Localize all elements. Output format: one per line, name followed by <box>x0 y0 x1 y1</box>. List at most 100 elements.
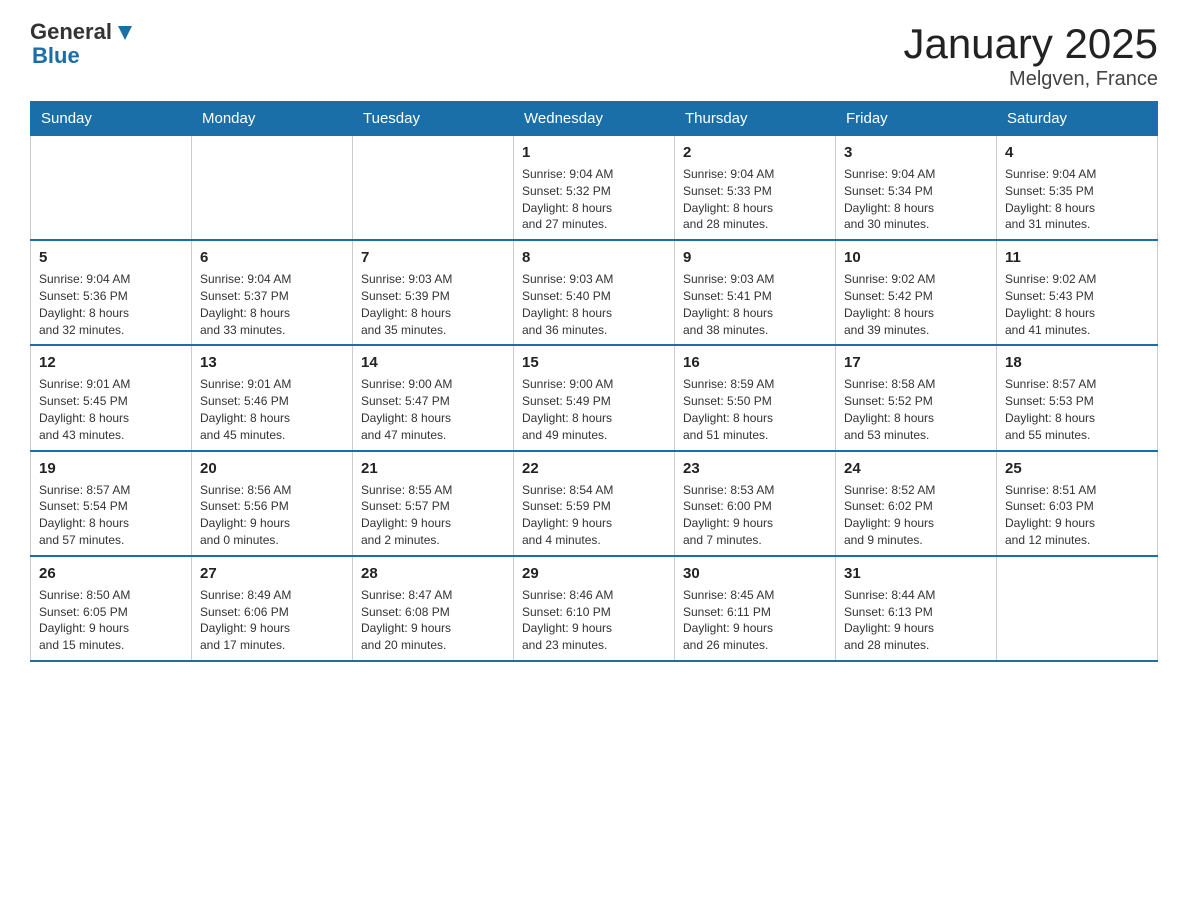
day-info: Sunrise: 8:50 AM <box>39 587 183 604</box>
day-info: Daylight: 8 hours <box>200 410 344 427</box>
calendar-cell <box>192 136 353 241</box>
day-number: 20 <box>200 458 344 479</box>
day-info: and 55 minutes. <box>1005 427 1149 444</box>
calendar-cell: 19Sunrise: 8:57 AMSunset: 5:54 PMDayligh… <box>31 451 192 556</box>
calendar-day-header: Friday <box>836 102 997 136</box>
day-info: and 31 minutes. <box>1005 216 1149 233</box>
day-info: Sunset: 5:46 PM <box>200 393 344 410</box>
calendar-cell: 18Sunrise: 8:57 AMSunset: 5:53 PMDayligh… <box>997 345 1158 450</box>
day-info: Sunset: 5:47 PM <box>361 393 505 410</box>
day-info: Sunrise: 9:03 AM <box>361 271 505 288</box>
calendar-cell: 27Sunrise: 8:49 AMSunset: 6:06 PMDayligh… <box>192 556 353 661</box>
day-info: and 20 minutes. <box>361 637 505 654</box>
calendar-week-row: 19Sunrise: 8:57 AMSunset: 5:54 PMDayligh… <box>31 451 1158 556</box>
day-info: Daylight: 8 hours <box>683 305 827 322</box>
calendar-cell: 5Sunrise: 9:04 AMSunset: 5:36 PMDaylight… <box>31 240 192 345</box>
page-title: January 2025 <box>903 20 1158 68</box>
calendar-day-header: Tuesday <box>353 102 514 136</box>
day-info: Sunrise: 8:49 AM <box>200 587 344 604</box>
calendar-cell: 24Sunrise: 8:52 AMSunset: 6:02 PMDayligh… <box>836 451 997 556</box>
day-info: Sunset: 5:56 PM <box>200 498 344 515</box>
day-number: 15 <box>522 352 666 373</box>
day-info: and 45 minutes. <box>200 427 344 444</box>
day-info: Sunset: 6:05 PM <box>39 604 183 621</box>
day-info: Daylight: 8 hours <box>1005 410 1149 427</box>
day-info: Daylight: 9 hours <box>683 620 827 637</box>
day-info: Sunset: 5:45 PM <box>39 393 183 410</box>
day-info: Daylight: 8 hours <box>522 305 666 322</box>
calendar-cell: 12Sunrise: 9:01 AMSunset: 5:45 PMDayligh… <box>31 345 192 450</box>
calendar-cell: 28Sunrise: 8:47 AMSunset: 6:08 PMDayligh… <box>353 556 514 661</box>
day-info: Sunrise: 9:04 AM <box>683 166 827 183</box>
logo-triangle-icon <box>114 22 136 44</box>
calendar-day-header: Saturday <box>997 102 1158 136</box>
day-info: Sunset: 5:40 PM <box>522 288 666 305</box>
day-number: 30 <box>683 563 827 584</box>
day-info: and 43 minutes. <box>39 427 183 444</box>
calendar-cell: 1Sunrise: 9:04 AMSunset: 5:32 PMDaylight… <box>514 136 675 241</box>
day-info: Sunset: 6:00 PM <box>683 498 827 515</box>
day-number: 24 <box>844 458 988 479</box>
day-info: and 23 minutes. <box>522 637 666 654</box>
day-info: Daylight: 8 hours <box>361 305 505 322</box>
day-number: 27 <box>200 563 344 584</box>
day-info: Sunrise: 8:59 AM <box>683 376 827 393</box>
day-info: Sunset: 6:10 PM <box>522 604 666 621</box>
day-number: 1 <box>522 142 666 163</box>
day-info: Sunset: 5:39 PM <box>361 288 505 305</box>
calendar-cell: 16Sunrise: 8:59 AMSunset: 5:50 PMDayligh… <box>675 345 836 450</box>
calendar-cell: 26Sunrise: 8:50 AMSunset: 6:05 PMDayligh… <box>31 556 192 661</box>
page-subtitle: Melgven, France <box>903 68 1158 91</box>
day-number: 7 <box>361 247 505 268</box>
day-number: 28 <box>361 563 505 584</box>
day-info: Daylight: 9 hours <box>1005 515 1149 532</box>
day-info: Sunset: 5:49 PM <box>522 393 666 410</box>
day-info: and 28 minutes. <box>683 216 827 233</box>
day-info: Daylight: 8 hours <box>39 410 183 427</box>
day-info: and 38 minutes. <box>683 322 827 339</box>
day-info: Daylight: 8 hours <box>361 410 505 427</box>
logo: General Blue <box>30 20 136 68</box>
calendar-cell: 11Sunrise: 9:02 AMSunset: 5:43 PMDayligh… <box>997 240 1158 345</box>
day-info: Daylight: 8 hours <box>683 200 827 217</box>
day-info: Sunrise: 9:02 AM <box>844 271 988 288</box>
calendar-cell: 13Sunrise: 9:01 AMSunset: 5:46 PMDayligh… <box>192 345 353 450</box>
calendar-day-header: Monday <box>192 102 353 136</box>
calendar-cell: 15Sunrise: 9:00 AMSunset: 5:49 PMDayligh… <box>514 345 675 450</box>
day-info: Sunset: 6:02 PM <box>844 498 988 515</box>
day-info: Sunrise: 9:00 AM <box>522 376 666 393</box>
calendar-week-row: 26Sunrise: 8:50 AMSunset: 6:05 PMDayligh… <box>31 556 1158 661</box>
day-number: 18 <box>1005 352 1149 373</box>
calendar-day-header: Sunday <box>31 102 192 136</box>
day-info: Daylight: 8 hours <box>683 410 827 427</box>
day-info: and 35 minutes. <box>361 322 505 339</box>
day-number: 4 <box>1005 142 1149 163</box>
day-number: 21 <box>361 458 505 479</box>
day-info: and 2 minutes. <box>361 532 505 549</box>
day-info: and 32 minutes. <box>39 322 183 339</box>
day-info: and 9 minutes. <box>844 532 988 549</box>
calendar-week-row: 12Sunrise: 9:01 AMSunset: 5:45 PMDayligh… <box>31 345 1158 450</box>
day-info: Sunrise: 9:03 AM <box>683 271 827 288</box>
day-number: 31 <box>844 563 988 584</box>
logo-general-text: General <box>30 20 112 44</box>
day-info: and 7 minutes. <box>683 532 827 549</box>
day-info: Daylight: 9 hours <box>361 620 505 637</box>
day-info: and 28 minutes. <box>844 637 988 654</box>
day-info: and 15 minutes. <box>39 637 183 654</box>
day-info: Daylight: 9 hours <box>683 515 827 532</box>
day-info: Sunrise: 9:04 AM <box>844 166 988 183</box>
calendar-cell <box>31 136 192 241</box>
day-info: Daylight: 9 hours <box>522 620 666 637</box>
day-number: 6 <box>200 247 344 268</box>
day-info: and 36 minutes. <box>522 322 666 339</box>
calendar-cell: 25Sunrise: 8:51 AMSunset: 6:03 PMDayligh… <box>997 451 1158 556</box>
day-info: Daylight: 8 hours <box>1005 305 1149 322</box>
day-info: Daylight: 9 hours <box>39 620 183 637</box>
day-info: Sunrise: 9:01 AM <box>200 376 344 393</box>
day-info: Sunset: 5:57 PM <box>361 498 505 515</box>
day-info: Sunset: 5:33 PM <box>683 183 827 200</box>
day-info: Daylight: 9 hours <box>361 515 505 532</box>
day-info: Sunrise: 8:51 AM <box>1005 482 1149 499</box>
calendar-cell: 30Sunrise: 8:45 AMSunset: 6:11 PMDayligh… <box>675 556 836 661</box>
